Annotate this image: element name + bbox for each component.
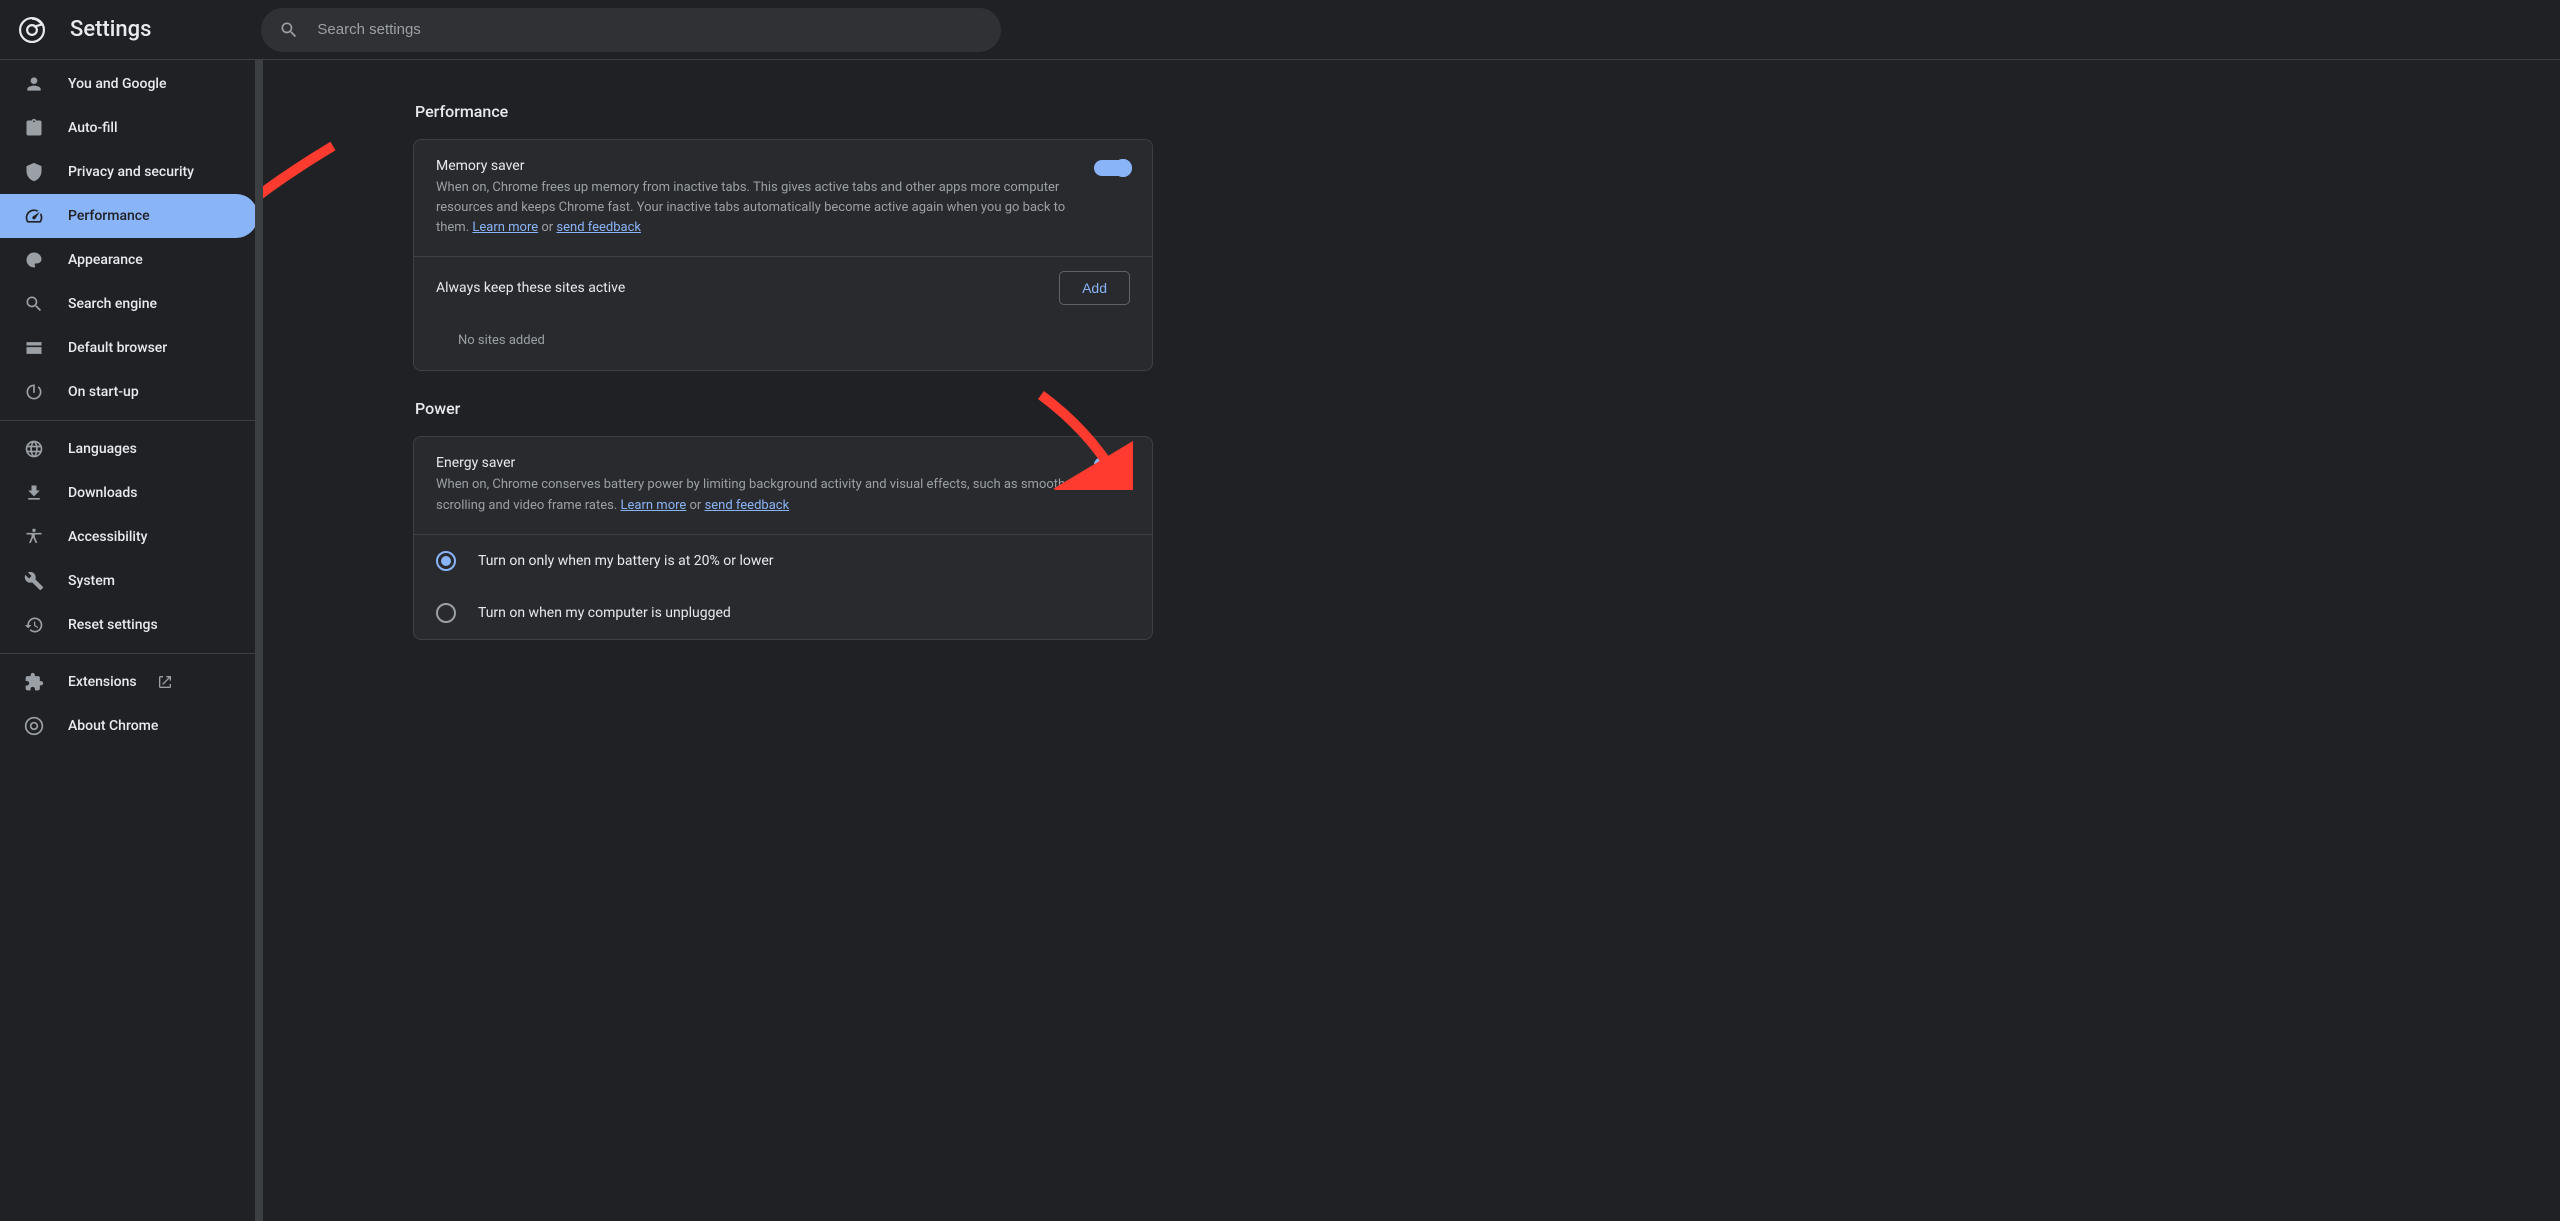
sidebar-item-label: Languages	[68, 441, 137, 457]
sidebar-item-label: System	[68, 573, 115, 589]
radio-label: Turn on when my computer is unplugged	[478, 605, 731, 621]
search-icon	[279, 20, 299, 40]
energy-saver-desc: When on, Chrome conserves battery power …	[436, 475, 1074, 515]
sidebar-item-label: Search engine	[68, 296, 157, 312]
sidebar-item-reset[interactable]: Reset settings	[0, 603, 258, 647]
globe-icon	[24, 439, 44, 459]
section-title-performance: Performance	[415, 102, 1153, 121]
sidebar-item-label: On start-up	[68, 384, 139, 400]
search-box[interactable]	[261, 8, 1001, 52]
sidebar-item-performance[interactable]: Performance	[0, 194, 258, 238]
sidebar-item-about[interactable]: About Chrome	[0, 704, 258, 748]
memory-saver-toggle[interactable]	[1094, 160, 1130, 176]
chrome-logo-icon	[18, 16, 46, 44]
header: Settings	[0, 0, 2560, 60]
palette-icon	[24, 250, 44, 270]
sidebar-item-languages[interactable]: Languages	[0, 427, 258, 471]
window-icon	[24, 338, 44, 358]
sidebar-item-search-engine[interactable]: Search engine	[0, 282, 258, 326]
chrome-icon	[24, 716, 44, 736]
page-title: Settings	[70, 17, 151, 42]
energy-saver-feedback-link[interactable]: send feedback	[705, 498, 790, 513]
sidebar-item-label: Extensions	[68, 674, 137, 690]
radio-label: Turn on only when my battery is at 20% o…	[478, 553, 774, 569]
shield-icon	[24, 162, 44, 182]
sidebar-item-label: Auto-fill	[68, 120, 118, 136]
sidebar-item-appearance[interactable]: Appearance	[0, 238, 258, 282]
sidebar-item-label: Privacy and security	[68, 164, 194, 180]
speed-icon	[24, 206, 44, 226]
sidebar-item-default-browser[interactable]: Default browser	[0, 326, 258, 370]
sidebar-item-system[interactable]: System	[0, 559, 258, 603]
sidebar-item-label: About Chrome	[68, 718, 158, 734]
energy-saver-learn-more-link[interactable]: Learn more	[621, 498, 687, 513]
memory-saver-learn-more-link[interactable]: Learn more	[472, 220, 538, 235]
sidebar-item-label: Reset settings	[68, 617, 158, 633]
memory-saver-desc: When on, Chrome frees up memory from ina…	[436, 178, 1074, 238]
memory-saver-card: Memory saver When on, Chrome frees up me…	[413, 139, 1153, 371]
sidebar: You and Google Auto-fill Privacy and secur…	[0, 60, 263, 1221]
sidebar-item-accessibility[interactable]: Accessibility	[0, 515, 258, 559]
search-input[interactable]	[317, 21, 983, 38]
power-icon	[24, 382, 44, 402]
energy-saver-option-0[interactable]: Turn on only when my battery is at 20% o…	[414, 535, 1152, 587]
always-active-label: Always keep these sites active	[436, 280, 625, 296]
person-icon	[24, 74, 44, 94]
sidebar-item-privacy[interactable]: Privacy and security	[0, 150, 258, 194]
energy-saver-card: Energy saver When on, Chrome conserves b…	[413, 436, 1153, 639]
sidebar-item-label: Downloads	[68, 485, 137, 501]
no-sites-text: No sites added	[414, 319, 1152, 370]
puzzle-icon	[24, 672, 44, 692]
sidebar-item-label: Accessibility	[68, 529, 147, 545]
radio-icon	[436, 551, 456, 571]
sidebar-item-auto-fill[interactable]: Auto-fill	[0, 106, 258, 150]
external-link-icon	[157, 674, 173, 690]
content: Performance Memory saver When on, Chrome…	[263, 60, 2560, 1221]
energy-saver-toggle[interactable]	[1094, 457, 1130, 473]
sidebar-item-label: Default browser	[68, 340, 167, 356]
memory-saver-feedback-link[interactable]: send feedback	[556, 220, 641, 235]
clipboard-icon	[24, 118, 44, 138]
radio-icon	[436, 603, 456, 623]
sidebar-item-startup[interactable]: On start-up	[0, 370, 258, 414]
annotation-arrow-sidebar	[263, 138, 343, 238]
download-icon	[24, 483, 44, 503]
energy-saver-option-1[interactable]: Turn on when my computer is unplugged	[414, 587, 1152, 639]
add-site-button[interactable]: Add	[1059, 271, 1130, 305]
search-icon	[24, 294, 44, 314]
sidebar-item-downloads[interactable]: Downloads	[0, 471, 258, 515]
wrench-icon	[24, 571, 44, 591]
sidebar-item-label: Appearance	[68, 252, 143, 268]
sidebar-item-label: Performance	[68, 208, 150, 224]
sidebar-item-extensions[interactable]: Extensions	[0, 660, 258, 704]
history-icon	[24, 615, 44, 635]
accessibility-icon	[24, 527, 44, 547]
sidebar-item-label: You and Google	[68, 76, 166, 92]
section-title-power: Power	[415, 399, 1153, 418]
energy-saver-title: Energy saver	[436, 455, 1074, 471]
sidebar-scrollbar[interactable]	[255, 60, 262, 1221]
memory-saver-title: Memory saver	[436, 158, 1074, 174]
sidebar-item-you-and-google[interactable]: You and Google	[0, 62, 258, 106]
